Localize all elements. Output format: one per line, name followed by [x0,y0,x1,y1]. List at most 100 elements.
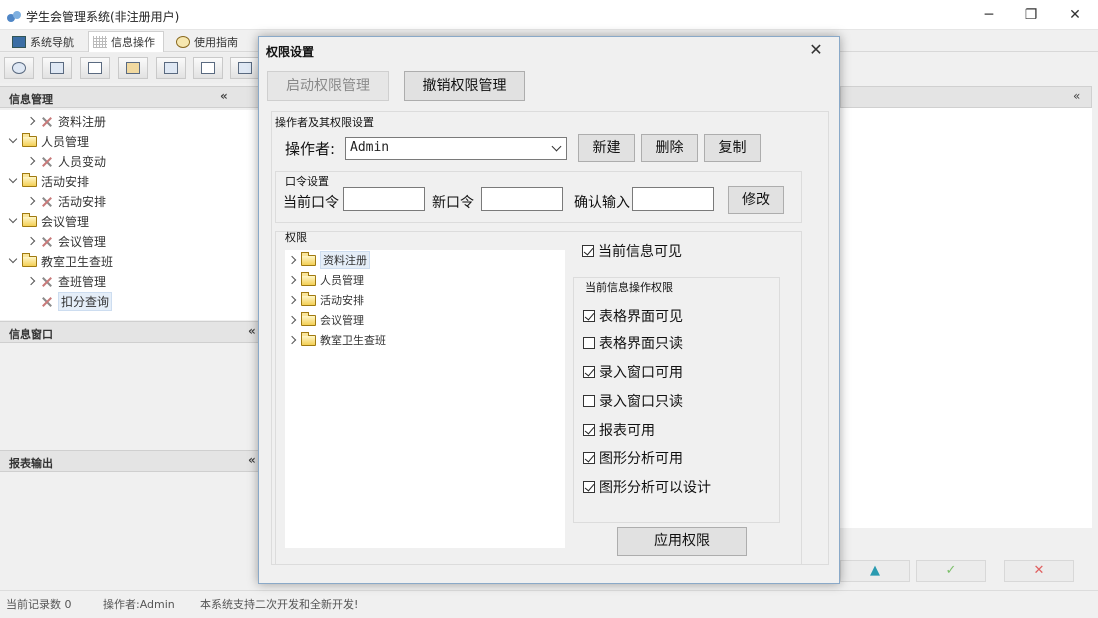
tree-item[interactable]: 人员变动 [26,151,106,171]
search-icon [12,62,26,74]
chevron-right-icon[interactable] [287,255,297,265]
record-count: 当前记录数 0 [6,598,72,611]
export-button[interactable] [193,57,223,79]
new-button[interactable]: 新建 [578,134,635,162]
ops-checkbox[interactable]: 表格界面只读 [583,333,683,353]
collapse-up-icon[interactable]: « [248,324,256,338]
confirm-password-input[interactable] [632,187,714,211]
list-icon [50,62,64,74]
modify-password-button[interactable]: 修改 [728,186,784,214]
tree-item[interactable]: 人员管理 [287,270,364,290]
tree-item-label: 查班管理 [58,274,107,289]
tree-item-label: 会议管理 [320,314,364,327]
tree-item[interactable]: 会议管理 [287,310,364,330]
tab-info-ops[interactable]: 信息操作 [88,31,164,52]
tab-label: 系统导航 [30,35,74,49]
chevron-right-icon[interactable] [287,315,297,325]
collapse-up-icon[interactable]: « [248,453,256,467]
chevron-down-icon[interactable] [8,136,18,146]
collapse-up-icon[interactable]: « [1073,89,1080,103]
apply-permission-button[interactable]: 应用权限 [617,527,747,556]
checkbox-label: 图形分析可以设计 [599,480,711,496]
tree-item[interactable]: 活动安排 [26,191,106,211]
operator-select[interactable]: Admin [345,137,567,160]
ops-checkbox[interactable]: 图形分析可以设计 [583,477,711,497]
folder-icon [301,291,316,306]
checkbox-label: 录入窗口只读 [599,394,683,410]
folder-icon [301,331,316,346]
checkbox-label: 录入窗口可用 [599,365,683,381]
current-password-label: 当前口令 [283,195,339,211]
app-title: 学生会管理系统(非注册用户) [26,10,180,24]
list-button[interactable] [42,57,72,79]
up-arrow-icon[interactable]: ▲ [840,560,910,582]
dialog-close-button[interactable]: ✕ [803,39,829,61]
tree-item[interactable]: 教室卫生查班 [287,330,386,350]
chevron-down-icon[interactable] [8,216,18,226]
checkbox-checked-icon [583,366,595,378]
checkbox-label: 表格界面只读 [599,336,683,352]
ops-checkbox[interactable]: 表格界面可见 [583,306,683,326]
panel-header-report-output: 报表输出 « [0,450,258,472]
tree-item[interactable]: 查班管理 [26,271,106,291]
tools-icon [40,275,54,288]
ops-checkbox[interactable]: 报表可用 [583,420,655,440]
current-password-input[interactable] [343,187,425,211]
chevron-down-icon[interactable] [8,176,18,186]
chevron-right-icon[interactable] [26,236,36,246]
ops-checkbox[interactable]: 录入窗口只读 [583,391,683,411]
confirm-icon[interactable]: ✓ [916,560,986,582]
tree-item[interactable]: 资料注册 [287,250,370,270]
chevron-right-icon[interactable] [26,276,36,286]
tab-user-guide[interactable]: 使用指南 [172,31,246,52]
copy-button[interactable]: 复制 [704,134,761,162]
user-button[interactable] [118,57,148,79]
checkbox-label: 报表可用 [599,423,655,439]
tree-item[interactable]: 教室卫生查班 [8,251,113,271]
chevron-right-icon[interactable] [287,295,297,305]
cancel-icon[interactable]: ✕ [1004,560,1074,582]
tree-item[interactable]: 扣分查询 [40,291,113,311]
close-window-button[interactable]: ✕ [1061,4,1089,26]
collapse-left-icon[interactable]: « [220,89,228,103]
ops-checkbox[interactable]: 图形分析可用 [583,448,683,468]
panel-title: 信息窗口 [9,328,53,341]
enable-permission-button[interactable]: 启动权限管理 [267,71,389,101]
visible-checkbox[interactable]: 当前信息可见 [582,241,682,261]
delete-button[interactable]: 删除 [641,134,698,162]
chevron-right-icon[interactable] [287,335,297,345]
tree-item[interactable]: 活动安排 [287,290,364,310]
revoke-permission-button[interactable]: 撤销权限管理 [404,71,525,101]
tree-item[interactable]: 活动安排 [8,171,89,191]
tree-item[interactable]: 会议管理 [8,211,89,231]
tab-label: 使用指南 [194,35,238,49]
tab-system-nav[interactable]: 系统导航 [8,31,82,52]
chevron-right-icon[interactable] [26,156,36,166]
tree-item-label: 人员管理 [320,274,364,287]
search-button[interactable] [4,57,34,79]
folder-icon [22,212,37,227]
tree-item[interactable]: 资料注册 [26,111,106,131]
window-button[interactable] [156,57,186,79]
info-window-panel [0,343,258,441]
new-password-input[interactable] [481,187,563,211]
tree-item[interactable]: 人员管理 [8,131,89,151]
right-panel-header: « [840,86,1092,108]
chevron-right-icon[interactable] [26,116,36,126]
chevron-right-icon[interactable] [26,196,36,206]
ops-checkbox[interactable]: 录入窗口可用 [583,362,683,382]
document-button[interactable] [80,57,110,79]
tools-icon [40,235,54,248]
chevron-right-icon[interactable] [287,275,297,285]
operator-value: Admin [350,140,390,155]
minimize-button[interactable]: ─ [975,4,1003,26]
tools-icon [40,295,54,308]
print-button[interactable] [230,57,260,79]
checkbox-checked-icon [583,424,595,436]
tools-icon [40,195,54,208]
folder-icon [22,132,37,147]
chevron-down-icon[interactable] [8,256,18,266]
maximize-button[interactable]: ❐ [1017,4,1045,26]
tree-item[interactable]: 会议管理 [26,231,106,251]
folder-icon [301,251,316,266]
